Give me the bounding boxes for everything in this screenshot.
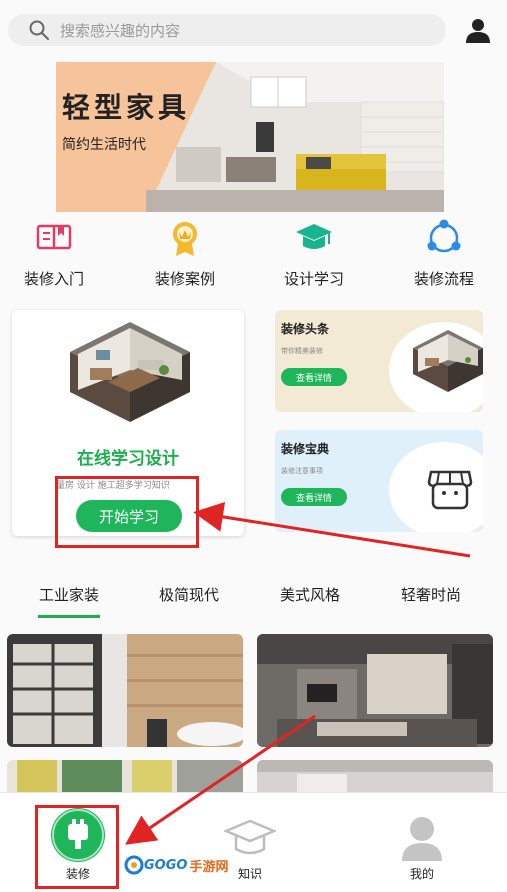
- banner-subtitle: 简约生活时代: [62, 137, 146, 153]
- cycle-icon: [427, 219, 461, 253]
- book-icon: [36, 224, 72, 250]
- view-details-button[interactable]: 查看详情: [281, 368, 347, 386]
- search-icon: [29, 20, 49, 40]
- online-study-title: 在线学习设计: [77, 449, 179, 469]
- search-bar[interactable]: 搜索感兴趣的内容: [8, 14, 446, 46]
- active-tab-indicator: [38, 615, 100, 618]
- headline-card-desc: 带你精美装修: [281, 347, 323, 355]
- user-icon: [402, 817, 442, 861]
- graduation-cap-icon: [296, 224, 332, 249]
- watermark-icon: [124, 855, 144, 875]
- tab-industrial[interactable]: 工业家装: [19, 584, 119, 605]
- category-item-cases[interactable]: 装修案例: [135, 218, 235, 289]
- promo-banner[interactable]: 轻型家具 简约生活时代: [56, 62, 444, 212]
- category-item-design[interactable]: 设计学习: [264, 218, 364, 289]
- guide-card-title: 装修宝典: [281, 442, 330, 456]
- category-label: 装修流程: [413, 270, 474, 288]
- annotation-highlight-box: [55, 476, 199, 548]
- medal-icon: [173, 222, 197, 256]
- nav-label: 我的: [409, 867, 434, 881]
- guide-card-desc: 装修注意事项: [281, 467, 323, 475]
- tab-american[interactable]: 美式风格: [260, 584, 360, 605]
- user-icon[interactable]: [464, 16, 492, 44]
- tab-luxury[interactable]: 轻奢时尚: [381, 584, 481, 605]
- isometric-room-illustration: [413, 330, 483, 392]
- category-label: 设计学习: [283, 270, 344, 288]
- shop-icon: [427, 470, 473, 510]
- style-tabs: 工业家装 极简现代 美式风格 轻奢时尚: [0, 580, 507, 620]
- interior-photo[interactable]: [257, 634, 493, 747]
- headline-card[interactable]: 装修头条 带你精美装修 查看详情: [275, 310, 483, 412]
- category-item-process[interactable]: 装修流程: [394, 218, 494, 289]
- search-placeholder: 搜索感兴趣的内容: [60, 21, 181, 40]
- interior-photo[interactable]: [7, 634, 243, 747]
- watermark-latin: GOGO: [144, 857, 188, 873]
- annotation-highlight-box: [35, 805, 119, 889]
- tab-minimalist[interactable]: 极简现代: [139, 584, 239, 605]
- watermark-cn: 手游网: [189, 859, 229, 875]
- headline-card-title: 装修头条: [281, 322, 330, 336]
- category-label: 装修入门: [23, 270, 84, 288]
- category-item-beginner[interactable]: 装修入门: [4, 218, 104, 289]
- isometric-room-illustration: [70, 322, 190, 422]
- banner-title: 轻型家具: [62, 91, 191, 124]
- guide-card[interactable]: 装修宝典 装修注意事项 查看详情: [275, 430, 483, 532]
- view-details-button[interactable]: 查看详情: [281, 488, 347, 506]
- category-nav: 装修入门 装修案例 设计学习 装修流程: [0, 218, 507, 292]
- watermark-logo: GOGO 手游网: [124, 855, 228, 875]
- graduation-cap-icon: [224, 819, 276, 855]
- category-label: 装修案例: [154, 270, 215, 288]
